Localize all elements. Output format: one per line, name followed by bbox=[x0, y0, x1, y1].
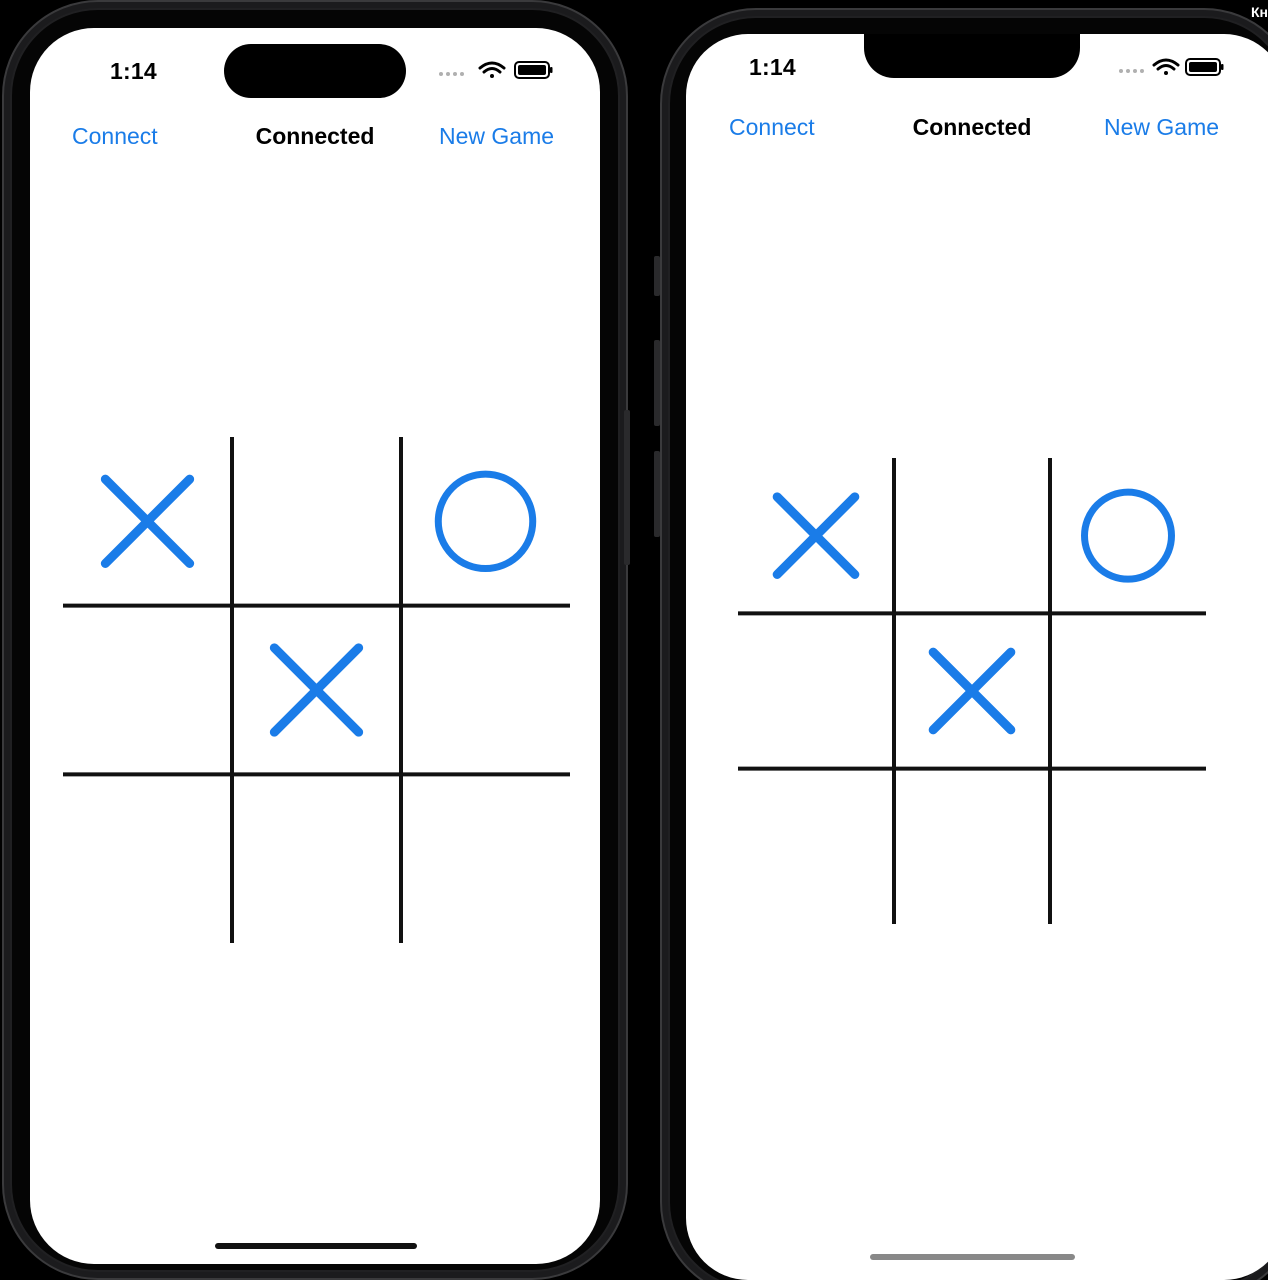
screen: 1:14 Connect Connected New Game bbox=[30, 28, 600, 1264]
iphone-14-simulator: 1:14 Connect Connected New Game bbox=[654, 8, 1268, 1280]
board-cell[interactable] bbox=[63, 774, 232, 943]
board-cell[interactable] bbox=[1050, 613, 1206, 768]
board-cell[interactable] bbox=[401, 774, 570, 943]
side-button bbox=[624, 410, 630, 565]
board-cell[interactable] bbox=[894, 769, 1050, 924]
volume-down-button bbox=[654, 340, 660, 426]
board-cell[interactable] bbox=[401, 606, 570, 775]
board-cell[interactable] bbox=[401, 437, 570, 606]
board-cell[interactable] bbox=[1050, 769, 1206, 924]
home-indicator[interactable] bbox=[870, 1254, 1075, 1260]
game-board bbox=[63, 437, 570, 943]
board-cell[interactable] bbox=[894, 458, 1050, 613]
simulator-desktop: Кн 1:14 Connect Connected New Game 1:14 … bbox=[0, 0, 1268, 1280]
screen: 1:14 Connect Connected New Game bbox=[686, 34, 1268, 1280]
board-cell[interactable] bbox=[232, 774, 401, 943]
board-cell[interactable] bbox=[63, 606, 232, 775]
mute-switch bbox=[654, 451, 660, 537]
volume-up-button bbox=[654, 256, 660, 296]
iphone-14-pro-simulator: 1:14 Connect Connected New Game bbox=[2, 0, 630, 1280]
board-cell[interactable] bbox=[738, 613, 894, 768]
board-cell[interactable] bbox=[1050, 458, 1206, 613]
home-indicator[interactable] bbox=[215, 1243, 417, 1249]
game-board bbox=[738, 458, 1206, 924]
board-cell[interactable] bbox=[738, 769, 894, 924]
board-cell[interactable] bbox=[232, 437, 401, 606]
